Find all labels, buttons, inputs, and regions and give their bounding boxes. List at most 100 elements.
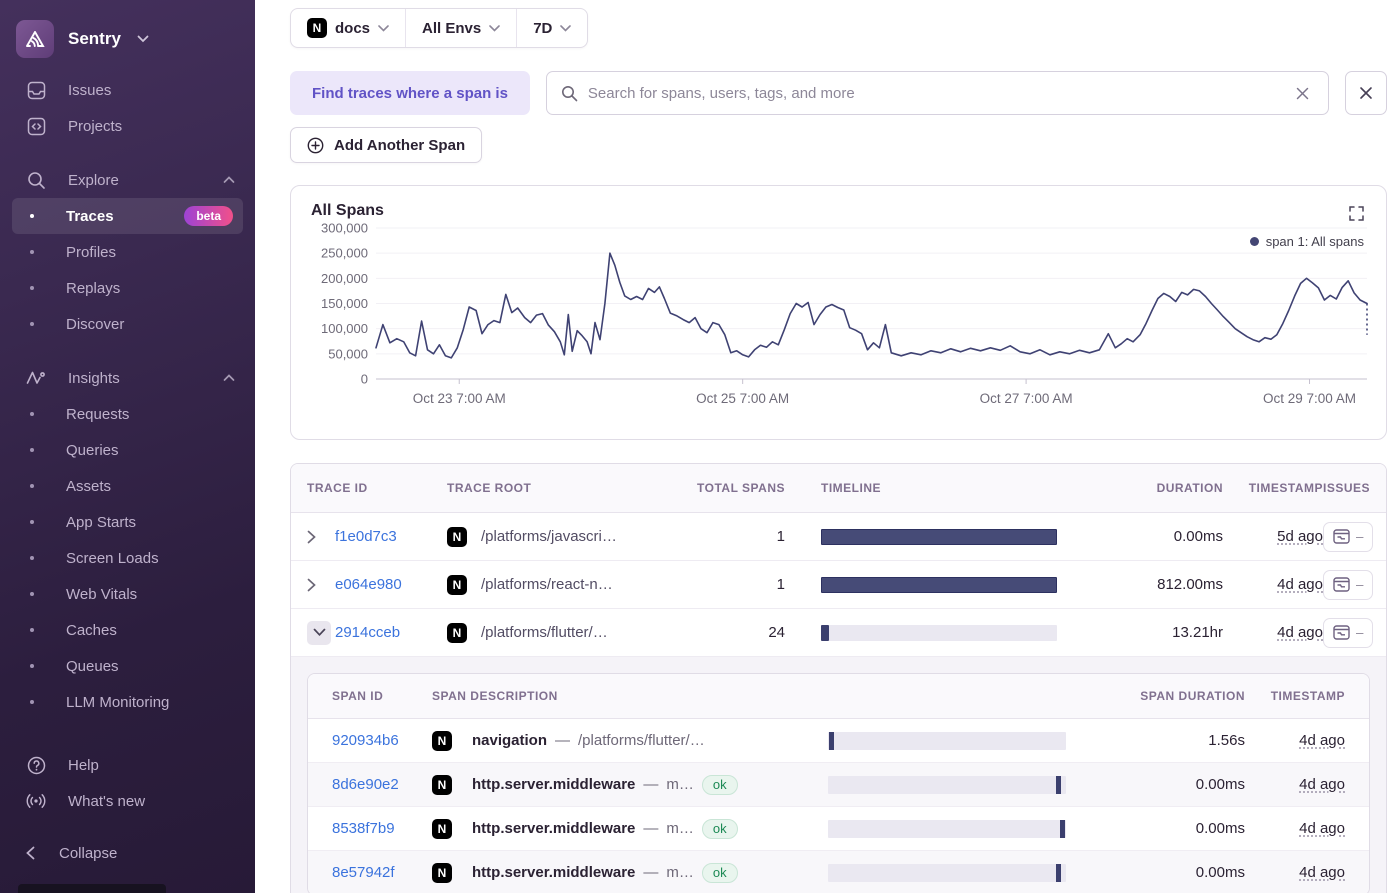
remove-span-filter-button[interactable] xyxy=(1345,71,1387,115)
span-timestamp-value[interactable]: 4d ago xyxy=(1299,776,1345,793)
span-table: SPAN IDSPAN DESCRIPTIONSPAN DURATIONTIME… xyxy=(307,673,1370,893)
trace-id-link[interactable]: 2914cceb xyxy=(335,624,447,641)
date-range-filter[interactable]: 7D xyxy=(517,9,587,47)
span-timeline-bar[interactable] xyxy=(828,732,1066,750)
chart-legend[interactable]: span 1: All spans xyxy=(1244,234,1364,249)
trace-id-link[interactable]: f1e0d7c3 xyxy=(335,528,447,545)
timeline-bar[interactable] xyxy=(821,625,1057,641)
sidebar-item-label: Caches xyxy=(66,622,117,639)
timeline-bar[interactable] xyxy=(821,577,1057,593)
sidebar-item-web-vitals[interactable]: Web Vitals xyxy=(12,576,243,612)
environment-filter[interactable]: All Envs xyxy=(406,9,516,47)
sidebar-item-label: Help xyxy=(68,757,99,774)
x-tick-label: Oct 25 7:00 AM xyxy=(696,391,789,406)
bullet-icon xyxy=(30,628,34,632)
sidebar-item-queries[interactable]: Queries xyxy=(12,432,243,468)
span-timeline-bar[interactable] xyxy=(828,864,1066,882)
project-filter[interactable]: N docs xyxy=(291,9,405,47)
add-another-span-button[interactable]: Add Another Span xyxy=(290,127,482,163)
find-traces-pill[interactable]: Find traces where a span is xyxy=(290,71,530,115)
issues-button[interactable]: – xyxy=(1323,618,1373,648)
chart-title: All Spans xyxy=(311,202,1366,220)
issues-cell: – xyxy=(1323,618,1373,648)
expand-trace-button[interactable] xyxy=(307,530,335,544)
chevron-down-icon xyxy=(489,25,500,32)
collapse-trace-button[interactable] xyxy=(307,621,331,645)
issues-icon xyxy=(1333,577,1350,592)
project-filter-value: docs xyxy=(335,20,370,37)
sidebar-item-issues[interactable]: Issues xyxy=(0,72,255,108)
span-description-cell: http.server.middleware—m…ok xyxy=(472,819,828,839)
trace-root-text: /platforms/react-n… xyxy=(481,576,613,593)
span-description-cell: http.server.middleware—m…ok xyxy=(472,863,828,883)
main-content: N docs All Envs 7D Find traces where a s… xyxy=(255,0,1400,893)
sidebar-collapse-button[interactable]: Collapse xyxy=(0,833,255,873)
sidebar-item-app-starts[interactable]: App Starts xyxy=(12,504,243,540)
bullet-icon xyxy=(30,664,34,668)
span-id-link[interactable]: 920934b6 xyxy=(332,732,432,749)
sidebar-item-requests[interactable]: Requests xyxy=(12,396,243,432)
bullet-icon xyxy=(30,322,34,326)
span-timestamp-value[interactable]: 4d ago xyxy=(1299,732,1345,749)
sidebar-item-what-s-new[interactable]: What's new xyxy=(0,783,255,819)
span-timeline-bar[interactable] xyxy=(828,776,1066,794)
bullet-icon xyxy=(30,448,34,452)
span-id-link[interactable]: 8538f7b9 xyxy=(332,820,432,837)
timeline-bar[interactable] xyxy=(821,529,1057,545)
sidebar-item-discover[interactable]: Discover xyxy=(12,306,243,342)
sidebar-item-llm-monitoring[interactable]: LLM Monitoring xyxy=(12,684,243,720)
all-spans-chart: 050,000100,000150,000200,000250,000300,0… xyxy=(311,220,1366,416)
sidebar-item-queues[interactable]: Queues xyxy=(12,648,243,684)
search-box xyxy=(546,71,1329,115)
expand-chart-button[interactable] xyxy=(1349,206,1364,221)
issues-button[interactable]: – xyxy=(1323,570,1373,600)
nextjs-project-icon: N xyxy=(447,527,467,547)
issues-empty-dash: – xyxy=(1356,625,1363,640)
issues-empty-dash: – xyxy=(1356,577,1363,592)
issues-icon xyxy=(26,81,46,100)
sidebar-item-caches[interactable]: Caches xyxy=(12,612,243,648)
sidebar-item-profiles[interactable]: Profiles xyxy=(12,234,243,270)
span-id-link[interactable]: 8e57942f xyxy=(332,864,432,881)
issues-cell: – xyxy=(1323,570,1373,600)
sidebar-section-explore[interactable]: Explore xyxy=(0,162,255,198)
issues-button[interactable]: – xyxy=(1323,522,1373,552)
span-timestamp-value[interactable]: 4d ago xyxy=(1299,820,1345,837)
span-timeline-bar[interactable] xyxy=(828,820,1066,838)
projects-icon xyxy=(26,117,46,136)
timestamp-value[interactable]: 4d ago xyxy=(1277,624,1323,641)
timestamp-cell: 4d ago xyxy=(1223,624,1323,641)
trace-table: TRACE ID TRACE ROOT TOTAL SPANS TIMELINE… xyxy=(290,463,1387,893)
search-input[interactable] xyxy=(588,85,1281,102)
timestamp-value[interactable]: 4d ago xyxy=(1277,576,1323,593)
chart-canvas[interactable]: 050,000100,000150,000200,000250,000300,0… xyxy=(311,220,1368,416)
sidebar-item-help[interactable]: Help xyxy=(0,747,255,783)
span-timeline-tick xyxy=(1056,864,1061,882)
sidebar-item-replays[interactable]: Replays xyxy=(12,270,243,306)
sidebar-item-screen-loads[interactable]: Screen Loads xyxy=(12,540,243,576)
trace-id-link[interactable]: e064e980 xyxy=(335,576,447,593)
sidebar-item-traces[interactable]: Tracesbeta xyxy=(12,198,243,234)
sidebar-item-assets[interactable]: Assets xyxy=(12,468,243,504)
span-timestamp-value[interactable]: 4d ago xyxy=(1299,864,1345,881)
bullet-icon xyxy=(30,286,34,290)
sidebar-section-insights[interactable]: Insights xyxy=(0,360,255,396)
span-duration-value: 0.00ms xyxy=(1066,776,1245,793)
nextjs-project-icon: N xyxy=(432,731,452,751)
trace-root-cell: N/platforms/flutter/… xyxy=(447,623,697,643)
cutoff-element xyxy=(18,884,166,893)
search-icon xyxy=(26,171,46,190)
sidebar-item-label: App Starts xyxy=(66,514,136,531)
clear-search-button[interactable] xyxy=(1291,82,1314,105)
date-range-value: 7D xyxy=(533,20,552,37)
expand-trace-button[interactable] xyxy=(307,578,335,592)
bullet-icon xyxy=(30,484,34,488)
nextjs-project-icon: N xyxy=(432,775,452,795)
timestamp-cell: 5d ago xyxy=(1223,528,1323,545)
trace-table-header: TRACE ID TRACE ROOT TOTAL SPANS TIMELINE… xyxy=(291,464,1386,513)
separator: — xyxy=(643,776,658,793)
timestamp-value[interactable]: 5d ago xyxy=(1277,528,1323,545)
org-switcher[interactable]: Sentry xyxy=(0,14,255,72)
sidebar-item-projects[interactable]: Projects xyxy=(0,108,255,144)
span-id-link[interactable]: 8d6e90e2 xyxy=(332,776,432,793)
